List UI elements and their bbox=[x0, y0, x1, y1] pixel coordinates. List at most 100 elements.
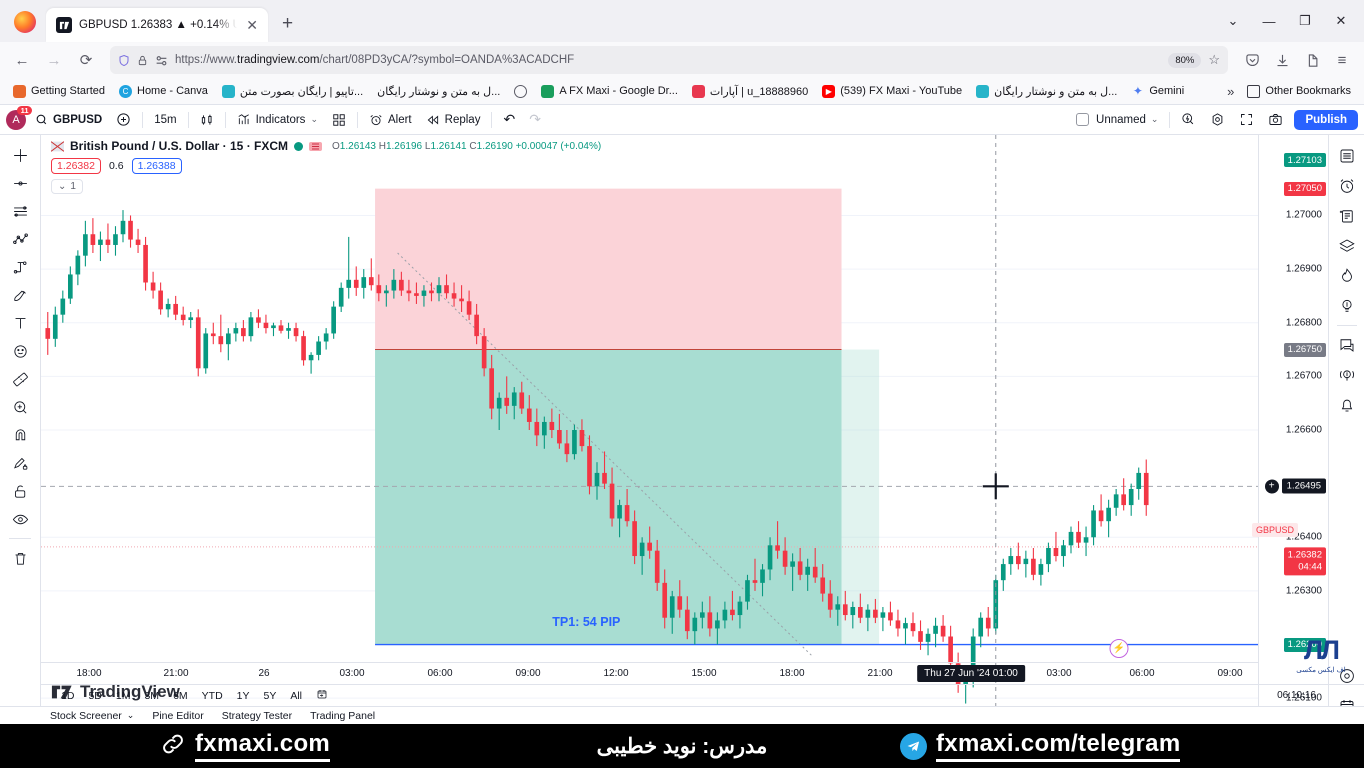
snapshot-button[interactable] bbox=[1261, 109, 1290, 130]
bookmark-item[interactable]: ▶ (539) FX Maxi - YouTube bbox=[817, 83, 967, 100]
crosshair-icon[interactable] bbox=[5, 141, 35, 169]
quick-search-button[interactable] bbox=[1174, 109, 1203, 130]
trash-icon[interactable] bbox=[5, 544, 35, 572]
indicators-button[interactable]: Indicators ⌄ bbox=[230, 110, 325, 130]
time-tick: 03:00 bbox=[339, 668, 365, 679]
reload-icon[interactable]: ⟳ bbox=[72, 47, 100, 73]
date-range-icon[interactable] bbox=[310, 686, 334, 705]
zoom-icon[interactable] bbox=[5, 393, 35, 421]
bookmark-item[interactable]: C Home - Canva bbox=[114, 83, 213, 100]
time-tick: 09:00 bbox=[515, 668, 541, 679]
alerts-clock-icon[interactable] bbox=[1333, 171, 1361, 201]
lock-icon[interactable] bbox=[5, 477, 35, 505]
timeframe-1Y[interactable]: 1Y bbox=[231, 688, 256, 704]
timeframe-6M[interactable]: 6M bbox=[167, 688, 194, 704]
banner-telegram[interactable]: fxmaxi.com/telegram bbox=[900, 730, 1181, 762]
bookmark-item[interactable] bbox=[509, 83, 532, 100]
bookmark-item[interactable]: Getting Started bbox=[8, 83, 110, 100]
other-bookmarks-folder[interactable]: Other Bookmarks bbox=[1242, 83, 1356, 100]
legend-collapse-toggle[interactable]: ⌄ 1 bbox=[51, 179, 83, 194]
pencil-lock-icon[interactable] bbox=[5, 449, 35, 477]
undo-button[interactable]: ↶ bbox=[496, 108, 522, 131]
bookmark-item[interactable]: ✦ Gemini bbox=[1126, 83, 1189, 100]
chart-settings-button[interactable] bbox=[1203, 109, 1232, 130]
fullscreen-button[interactable] bbox=[1232, 109, 1261, 130]
forward-icon[interactable]: → bbox=[40, 47, 68, 73]
candlestick-chart[interactable] bbox=[41, 135, 1258, 725]
magnet-icon[interactable] bbox=[5, 421, 35, 449]
url-text[interactable]: https://www.tradingview.com/chart/08PD3y… bbox=[175, 54, 1161, 66]
lock-icon bbox=[137, 54, 148, 67]
tab-strategy-tester[interactable]: Strategy Tester bbox=[222, 710, 292, 722]
bookmark-item[interactable]: A FX Maxi - Google Dr... bbox=[536, 83, 683, 100]
back-icon[interactable]: ← bbox=[8, 47, 36, 73]
eye-icon[interactable] bbox=[5, 505, 35, 533]
bell-icon[interactable] bbox=[1333, 390, 1361, 420]
hotlist-icon[interactable] bbox=[1333, 261, 1361, 291]
timeframe-All[interactable]: All bbox=[284, 688, 308, 704]
bookmark-star-icon[interactable]: ☆ bbox=[1208, 52, 1220, 68]
shield-icon[interactable] bbox=[118, 54, 130, 67]
maximize-icon[interactable]: ❐ bbox=[1288, 8, 1322, 34]
add-order-icon[interactable]: + bbox=[1264, 479, 1279, 494]
notes-icon[interactable] bbox=[1333, 201, 1361, 231]
event-bolt-icon[interactable]: ⚡ bbox=[1109, 639, 1129, 658]
timeframe-5Y[interactable]: 5Y bbox=[258, 688, 283, 704]
timeframe-1D[interactable]: 1D bbox=[55, 688, 80, 704]
chat-icon[interactable] bbox=[1333, 330, 1361, 360]
replay-button[interactable]: Replay bbox=[419, 110, 488, 130]
tracking-protection-icon[interactable] bbox=[155, 54, 168, 67]
window-close-icon[interactable]: ✕ bbox=[1324, 8, 1358, 34]
broadcast-icon[interactable] bbox=[1333, 360, 1361, 390]
more-bookmarks-icon[interactable]: » bbox=[1223, 84, 1238, 99]
time-axis[interactable]: 18:00 21:00 26 03:00 06:00 09:00 12:00 15:00 18:… bbox=[41, 639, 1258, 684]
avatar[interactable]: A 11 bbox=[6, 105, 32, 130]
horizontal-lines-icon[interactable] bbox=[5, 197, 35, 225]
pocket-icon[interactable] bbox=[1238, 47, 1266, 73]
tab-trading-panel[interactable]: Trading Panel bbox=[310, 710, 375, 722]
watchlist-icon[interactable] bbox=[1333, 141, 1361, 171]
layout-name-selector[interactable]: Unnamed ⌄ bbox=[1089, 111, 1165, 129]
alert-button[interactable]: Alert bbox=[362, 110, 419, 130]
tab-stock-screener[interactable]: Stock Screener ⌄ bbox=[50, 710, 134, 722]
add-symbol-button[interactable] bbox=[109, 109, 138, 130]
zoom-level[interactable]: 80% bbox=[1168, 52, 1202, 68]
object-tree-icon[interactable] bbox=[1333, 231, 1361, 261]
minimize-icon[interactable]: — bbox=[1252, 8, 1286, 34]
downloads-icon[interactable] bbox=[1268, 47, 1296, 73]
chart-type-selector[interactable] bbox=[193, 110, 221, 130]
redo-button[interactable]: ↷ bbox=[522, 108, 548, 131]
layouts-button[interactable] bbox=[325, 110, 353, 130]
browser-tab[interactable]: GBPUSD 1.26383 ▲ +0.14% Unn ✕ bbox=[46, 8, 268, 42]
pitchfork-icon[interactable] bbox=[5, 225, 35, 253]
measure-icon[interactable] bbox=[5, 253, 35, 281]
bookmark-item[interactable]: تاپیو | رایگان بصورت متن... bbox=[217, 83, 368, 100]
layout-checkbox[interactable] bbox=[1076, 113, 1090, 126]
brush-icon[interactable] bbox=[5, 281, 35, 309]
tab-list-chevron-icon[interactable]: ⌄ bbox=[1216, 8, 1250, 34]
new-tab-button[interactable]: + bbox=[282, 13, 293, 35]
emoji-icon[interactable] bbox=[5, 337, 35, 365]
banner-website[interactable]: fxmaxi.com bbox=[160, 730, 331, 762]
bookmark-item[interactable]: ل به متن و نوشتار رایگان... bbox=[372, 83, 505, 100]
publish-button[interactable]: Publish bbox=[1294, 109, 1358, 130]
chevron-down-icon: ⌄ bbox=[58, 181, 67, 192]
account-icon[interactable] bbox=[1298, 47, 1326, 73]
close-icon[interactable]: ✕ bbox=[244, 18, 260, 32]
ruler-icon[interactable] bbox=[5, 365, 35, 393]
timeframe-1M[interactable]: 1M bbox=[110, 688, 137, 704]
trend-line-icon[interactable] bbox=[5, 169, 35, 197]
bookmark-item[interactable]: آپارات | u_18888960 bbox=[687, 83, 813, 100]
timeframe-3M[interactable]: 3M bbox=[138, 688, 165, 704]
bookmark-item[interactable]: ل به متن و نوشتار رایگان... bbox=[971, 83, 1122, 100]
timeframe-5D[interactable]: 5D bbox=[82, 688, 107, 704]
interval-selector[interactable]: 15m bbox=[147, 111, 183, 129]
ideas-lamp-icon[interactable] bbox=[1333, 291, 1361, 321]
symbol-search[interactable]: GBPUSD bbox=[28, 110, 109, 129]
address-bar[interactable]: https://www.tradingview.com/chart/08PD3y… bbox=[110, 46, 1228, 74]
text-icon[interactable] bbox=[5, 309, 35, 337]
chart-pane[interactable]: British Pound / U.S. Dollar · 15 · FXCM … bbox=[41, 135, 1258, 725]
menu-icon[interactable]: ≡ bbox=[1328, 47, 1356, 73]
timeframe-YTD[interactable]: YTD bbox=[196, 688, 229, 704]
tab-pine-editor[interactable]: Pine Editor bbox=[152, 710, 203, 722]
